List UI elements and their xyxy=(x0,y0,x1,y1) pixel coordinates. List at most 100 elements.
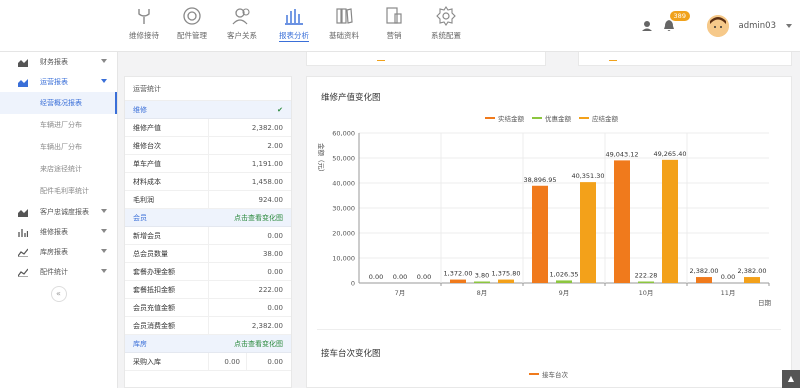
legend-label: 接车台次 xyxy=(542,371,568,379)
y-tick-label: 0 xyxy=(351,280,355,288)
stats-key: 套餐办理金额 xyxy=(125,263,209,280)
legend-label: 优惠金额 xyxy=(545,115,571,123)
y-tick-label: 40,000 xyxy=(332,180,355,188)
y-tick-label: 30,000 xyxy=(332,205,355,213)
sidebar-collapse-button[interactable]: « xyxy=(50,286,67,302)
x-tick-label: 10月 xyxy=(639,289,654,297)
y-tick-label: 10,000 xyxy=(332,255,355,263)
bar-chart-icon xyxy=(18,228,28,237)
data-label: 0.00 xyxy=(417,273,431,281)
stats-value: 0.00 xyxy=(267,268,283,276)
nav-basic-data[interactable]: 基础资料 xyxy=(318,6,370,41)
username[interactable]: admin03 xyxy=(739,21,776,31)
line-chart-icon xyxy=(18,248,28,257)
nav-system-config[interactable]: 系统配置 xyxy=(420,6,472,41)
stats-value: 2.00 xyxy=(267,142,283,150)
data-label: 2,382.00 xyxy=(738,267,767,275)
data-label: 49,043.12 xyxy=(605,150,638,158)
sidebar-item-parts-stats[interactable]: 配件统计 xyxy=(0,262,117,282)
nav-repair-reception[interactable]: 维修接待 xyxy=(118,6,170,41)
legend-item[interactable]: 应结金额 xyxy=(579,113,618,123)
x-tick-label: 11月 xyxy=(721,289,736,297)
sidebar-item-operations-report[interactable]: 运营报表 xyxy=(0,72,117,92)
chart2-legend[interactable]: 接车台次 xyxy=(529,369,568,379)
nav-customer-relations[interactable]: 客户关系 xyxy=(216,6,268,41)
area-chart-icon xyxy=(18,78,28,87)
avatar[interactable] xyxy=(706,15,729,37)
operations-stats-panel: 运营统计 维修 ✔ 维修产值 2,382.00 维修台次 2.00 单车产值 1,191.… xyxy=(124,76,292,388)
repair-value-chart: 0 10,000 20,000 30,000 40,000 50,000 60,000 金额（… xyxy=(317,130,772,308)
sidebar-item-label: 财务报表 xyxy=(40,58,68,66)
data-label: 0.00 xyxy=(369,273,383,281)
area-chart-icon xyxy=(18,58,28,67)
books-icon xyxy=(336,8,353,24)
nav-report-analysis[interactable]: 报表分析 xyxy=(268,6,320,42)
bar-discount xyxy=(638,281,654,283)
stats-value: 2,382.00 xyxy=(251,322,283,330)
bell-icon xyxy=(663,20,674,31)
sidebar: 财务报表 运营报表 经营概况报表 车辆进厂分布 车辆出厂分布 来店途径统计 配件… xyxy=(0,52,118,388)
stats-row: 材料成本 1,458.00 xyxy=(125,173,291,191)
card-accent xyxy=(609,60,617,61)
nav-label: 报表分析 xyxy=(279,31,309,42)
line-chart-icon xyxy=(18,268,28,277)
nav-label: 基础资料 xyxy=(329,31,359,40)
sidebar-item-repair-report[interactable]: 维修报表 xyxy=(0,222,117,242)
sidebar-item-loyalty-report[interactable]: 客户忠诚度报表 xyxy=(0,202,117,222)
nav-marketing[interactable]: 营销 xyxy=(368,6,420,41)
stats-row: 维修产值 2,382.00 xyxy=(125,119,291,137)
summary-card xyxy=(578,52,792,66)
stock-view-chart-link[interactable]: 点击查看变化图 xyxy=(234,335,283,352)
check-icon: ✔ xyxy=(277,106,283,114)
people-icon xyxy=(232,8,250,25)
stats-value: 0.00 xyxy=(267,358,283,366)
sidebar-subitem-vehicle-exit[interactable]: 车辆出厂分布 xyxy=(0,136,117,158)
chart-legend[interactable]: 实结金额 优惠金额 应结金额 xyxy=(485,113,618,123)
message-icon[interactable] xyxy=(641,20,653,32)
stats-key: 套餐抵扣金额 xyxy=(125,281,209,298)
stats-key: 会员充值金额 xyxy=(125,299,209,316)
sidebar-subitem-business-overview[interactable]: 经营概况报表 xyxy=(0,92,117,114)
legend-item[interactable]: 优惠金额 xyxy=(532,113,571,123)
stats-key: 单车产值 xyxy=(125,155,209,172)
bar-paid xyxy=(614,160,630,283)
sidebar-subitem-parts-margin[interactable]: 配件毛利率统计 xyxy=(0,180,117,202)
bar-paid xyxy=(450,279,466,283)
settings-icon xyxy=(436,6,456,26)
stats-key: 毛利润 xyxy=(125,191,209,208)
bar-report-icon xyxy=(285,9,303,25)
notification-button[interactable]: 389 xyxy=(663,11,690,33)
sidebar-subitem-vehicle-entry[interactable]: 车辆进厂分布 xyxy=(0,114,117,136)
bar-receivable xyxy=(580,182,596,283)
stats-value: 924.00 xyxy=(258,196,284,204)
chevron-down-icon xyxy=(101,209,107,213)
stats-row: 套餐办理金额 0.00 xyxy=(125,263,291,281)
data-label: 38,896.95 xyxy=(523,176,556,184)
chevron-down-icon xyxy=(101,79,107,83)
marketing-icon xyxy=(386,7,402,24)
chevron-down-icon xyxy=(101,229,107,233)
member-view-chart-link[interactable]: 点击查看变化图 xyxy=(234,209,283,226)
repair-section-header[interactable]: 维修 ✔ xyxy=(125,101,291,119)
y-tick-label: 20,000 xyxy=(332,230,355,238)
chevron-down-icon[interactable] xyxy=(786,24,792,28)
bar-receivable xyxy=(744,277,760,283)
sidebar-item-finance-report[interactable]: 财务报表 xyxy=(0,52,117,72)
divider xyxy=(317,329,781,330)
sidebar-item-label: 客户忠诚度报表 xyxy=(40,208,89,216)
x-axis-label: 日期 xyxy=(758,299,772,307)
nav-parts-management[interactable]: 配件管理 xyxy=(166,6,218,41)
data-label: 3.80 xyxy=(475,272,489,280)
chart-title: 维修产值变化图 xyxy=(321,93,381,103)
sidebar-subitem-visit-channel[interactable]: 来店途径统计 xyxy=(0,158,117,180)
card-accent xyxy=(377,60,385,61)
stats-row: 总会员数量 38.00 xyxy=(125,245,291,263)
sidebar-item-stock-report[interactable]: 库房报表 xyxy=(0,242,117,262)
stats-row: 采购入库 0.00 0.00 xyxy=(125,353,291,371)
bar-receivable xyxy=(498,279,514,283)
member-section-header: 会员 点击查看变化图 xyxy=(125,209,291,227)
chart-panel: 维修产值变化图 实结金额 优惠金额 应结金额 0 10,000 20,000 30,0… xyxy=(306,76,792,388)
legend-item[interactable]: 实结金额 xyxy=(485,113,524,123)
stats-value: 222.00 xyxy=(258,286,284,294)
scroll-top-button[interactable]: ▲ xyxy=(782,370,800,388)
